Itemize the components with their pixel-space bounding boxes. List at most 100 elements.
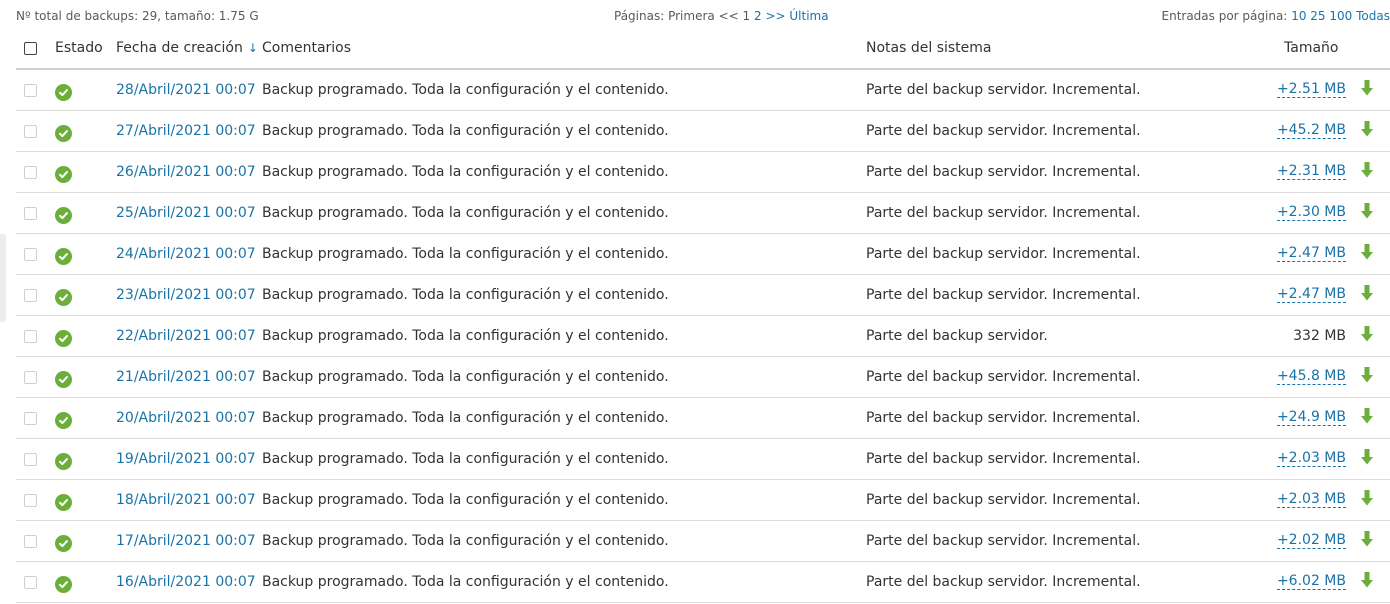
size-cell: +2.31 MB	[1196, 152, 1346, 192]
pagination-first: Primera	[668, 9, 715, 23]
download-icon[interactable]	[1360, 243, 1374, 265]
status-cell	[55, 316, 72, 356]
backup-size[interactable]: +2.30 MB	[1276, 205, 1346, 221]
row-select-cell	[24, 521, 37, 561]
download-cell	[1360, 111, 1374, 151]
download-icon[interactable]	[1360, 530, 1374, 552]
download-icon[interactable]	[1360, 407, 1374, 429]
row-select-cell	[24, 193, 37, 233]
entries-per-page-25[interactable]: 25	[1310, 9, 1325, 23]
status-ok-icon	[55, 329, 72, 347]
backup-date-link[interactable]: 16/Abril/2021 00:07	[116, 574, 256, 590]
row-select-cell	[24, 275, 37, 315]
date-cell: 28/Abril/2021 00:07	[116, 70, 256, 110]
backup-date-link[interactable]: 22/Abril/2021 00:07	[116, 328, 256, 344]
entries-per-page: Entradas por página: 10 25 100 Todas	[1162, 9, 1390, 23]
notes-cell: Parte del backup servidor. Incremental.	[866, 123, 1141, 139]
pagination-last[interactable]: Última	[789, 9, 828, 23]
entries-per-page-10[interactable]: 10	[1291, 9, 1306, 23]
download-icon[interactable]	[1360, 325, 1374, 347]
row-checkbox[interactable]	[24, 83, 37, 97]
status-cell	[55, 70, 72, 110]
entries-per-page-all[interactable]: Todas	[1356, 9, 1390, 23]
backup-date-link[interactable]: 21/Abril/2021 00:07	[116, 369, 256, 385]
download-icon[interactable]	[1360, 571, 1374, 593]
backup-date-link[interactable]: 25/Abril/2021 00:07	[116, 205, 256, 221]
comment-cell: Backup programado. Toda la configuración…	[262, 205, 669, 221]
entries-per-page-100[interactable]: 100	[1329, 9, 1352, 23]
row-checkbox[interactable]	[24, 124, 37, 138]
column-comments[interactable]: Comentarios	[262, 28, 351, 68]
status-cell	[55, 562, 72, 602]
status-ok-icon	[55, 83, 72, 101]
row-checkbox[interactable]	[24, 329, 37, 343]
backup-size[interactable]: +24.9 MB	[1276, 410, 1346, 426]
pagination: Páginas: Primera << 1 2 >> Última	[614, 9, 829, 23]
column-status[interactable]: Estado	[55, 28, 103, 68]
download-icon[interactable]	[1360, 202, 1374, 224]
download-cell	[1360, 562, 1374, 602]
size-cell: +2.51 MB	[1196, 70, 1346, 110]
row-select-cell	[24, 398, 37, 438]
backup-size[interactable]: +2.03 MB	[1276, 492, 1346, 508]
backup-date-link[interactable]: 26/Abril/2021 00:07	[116, 164, 256, 180]
backup-date-link[interactable]: 17/Abril/2021 00:07	[116, 533, 256, 549]
row-checkbox[interactable]	[24, 288, 37, 302]
backup-date-link[interactable]: 19/Abril/2021 00:07	[116, 451, 256, 467]
column-notes[interactable]: Notas del sistema	[866, 28, 992, 68]
row-select-cell	[24, 562, 37, 602]
row-checkbox[interactable]	[24, 452, 37, 466]
backup-size[interactable]: +2.03 MB	[1276, 451, 1346, 467]
column-size[interactable]: Tamaño	[1284, 28, 1338, 68]
notes-cell: Parte del backup servidor. Incremental.	[866, 82, 1141, 98]
pagination-next[interactable]: >>	[765, 9, 785, 23]
comment-cell: Backup programado. Toda la configuración…	[262, 533, 669, 549]
column-date[interactable]: Fecha de creación ↓	[116, 28, 258, 68]
status-cell	[55, 152, 72, 192]
status-cell	[55, 521, 72, 561]
download-icon[interactable]	[1360, 448, 1374, 470]
backup-size[interactable]: +45.8 MB	[1276, 369, 1346, 385]
row-select-cell	[24, 480, 37, 520]
pagination-page-2[interactable]: 2	[754, 9, 762, 23]
comment-cell: Backup programado. Toda la configuración…	[262, 410, 669, 426]
backup-size[interactable]: +2.47 MB	[1276, 287, 1346, 303]
backup-date-link[interactable]: 20/Abril/2021 00:07	[116, 410, 256, 426]
date-cell: 17/Abril/2021 00:07	[116, 521, 256, 561]
row-checkbox[interactable]	[24, 370, 37, 384]
row-checkbox[interactable]	[24, 206, 37, 220]
row-checkbox[interactable]	[24, 575, 37, 589]
row-checkbox[interactable]	[24, 165, 37, 179]
backup-size[interactable]: +2.47 MB	[1276, 246, 1346, 262]
download-icon[interactable]	[1360, 120, 1374, 142]
row-checkbox[interactable]	[24, 534, 37, 548]
backup-date-link[interactable]: 18/Abril/2021 00:07	[116, 492, 256, 508]
notes-cell: Parte del backup servidor. Incremental.	[866, 246, 1141, 262]
comment-cell: Backup programado. Toda la configuración…	[262, 369, 669, 385]
select-all-checkbox[interactable]	[24, 41, 37, 55]
backup-size[interactable]: +2.51 MB	[1276, 82, 1346, 98]
backup-date-link[interactable]: 27/Abril/2021 00:07	[116, 123, 256, 139]
entries-per-page-label: Entradas por página:	[1161, 9, 1288, 23]
download-icon[interactable]	[1360, 284, 1374, 306]
backup-size[interactable]: +2.02 MB	[1276, 533, 1346, 549]
backup-date-link[interactable]: 28/Abril/2021 00:07	[116, 82, 256, 98]
backup-date-link[interactable]: 24/Abril/2021 00:07	[116, 246, 256, 262]
row-checkbox[interactable]	[24, 411, 37, 425]
download-icon[interactable]	[1360, 161, 1374, 183]
table-row: 16/Abril/2021 00:07 Backup programado. T…	[16, 562, 1390, 603]
row-select-cell	[24, 316, 37, 356]
row-checkbox[interactable]	[24, 247, 37, 261]
backup-size[interactable]: +45.2 MB	[1276, 123, 1346, 139]
download-icon[interactable]	[1360, 366, 1374, 388]
download-icon[interactable]	[1360, 79, 1374, 101]
download-icon[interactable]	[1360, 489, 1374, 511]
notes-cell: Parte del backup servidor. Incremental.	[866, 287, 1141, 303]
comment-cell: Backup programado. Toda la configuración…	[262, 123, 669, 139]
backup-size[interactable]: +6.02 MB	[1276, 574, 1346, 590]
comment-cell: Backup programado. Toda la configuración…	[262, 328, 669, 344]
backup-size[interactable]: +2.31 MB	[1276, 164, 1346, 180]
row-checkbox[interactable]	[24, 493, 37, 507]
backup-date-link[interactable]: 23/Abril/2021 00:07	[116, 287, 256, 303]
side-panel-handle[interactable]	[0, 234, 6, 322]
